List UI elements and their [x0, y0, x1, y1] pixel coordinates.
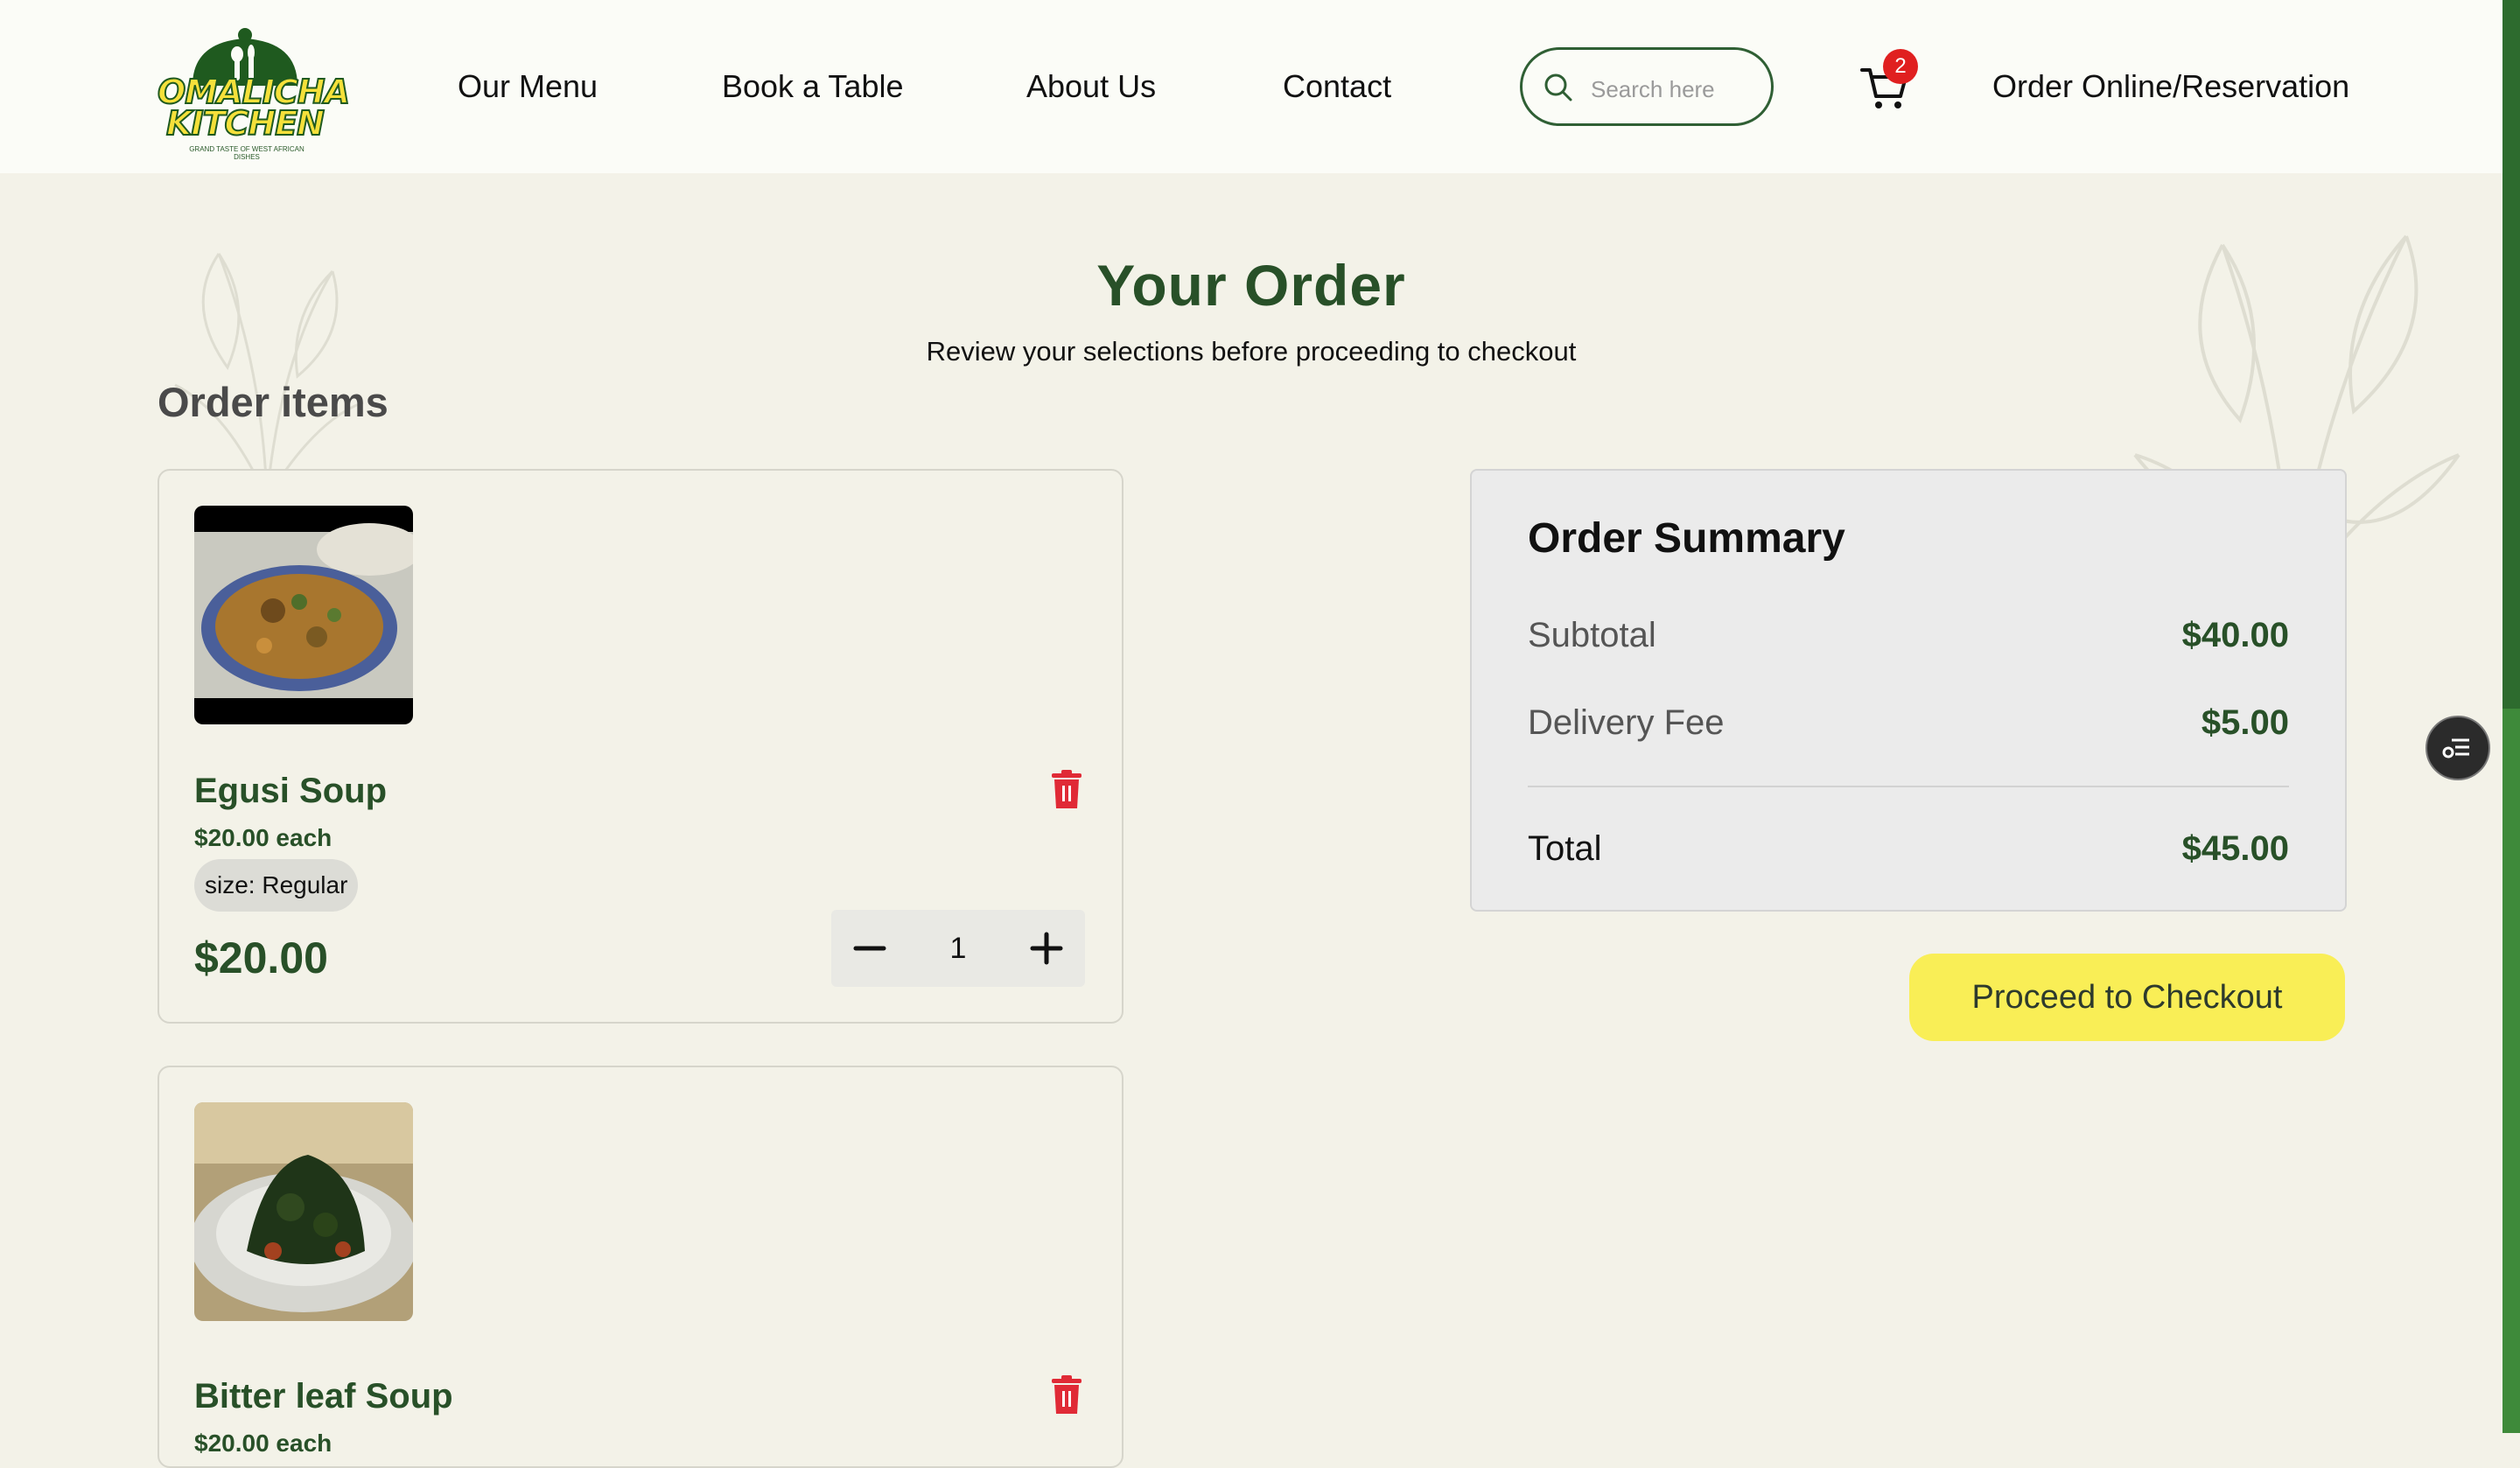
site-header: OMALICHA KITCHEN GRAND TASTE OF WEST AFR… [0, 0, 2502, 173]
brand-logo[interactable]: OMALICHA KITCHEN GRAND TASTE OF WEST AFR… [157, 24, 351, 161]
item-unit-price: $20.00 each [194, 824, 332, 851]
floating-menu-button[interactable] [2426, 716, 2490, 780]
order-items-heading: Order items [158, 379, 388, 425]
total-value: $45.00 [2181, 829, 2289, 868]
subtotal-label: Subtotal [1528, 616, 1656, 654]
bitter-leaf-soup-image [194, 1102, 413, 1321]
page-title: Your Order [1096, 253, 1406, 318]
plus-icon[interactable] [1008, 910, 1085, 987]
logo-tagline: GRAND TASTE OF WEST AFRICAN DISHES [189, 145, 304, 161]
item-option-badge: size: Regular [194, 859, 359, 912]
total-label: Total [1528, 829, 1602, 868]
nav-order-online[interactable]: Order Online/Reservation [1992, 68, 2349, 105]
search-icon [1544, 73, 1572, 101]
menu-list-icon [2442, 738, 2469, 758]
order-summary-panel: Order Summary Subtotal $40.00 Delivery F… [1470, 469, 2347, 912]
page-subtitle: Review your selections before proceeding… [926, 336, 1577, 367]
nav-about-us[interactable]: About Us [1026, 68, 1156, 105]
quantity-value: 1 [949, 932, 967, 965]
nav-book-table[interactable]: Book a Table [722, 68, 904, 105]
proceed-to-checkout-button[interactable]: Proceed to Checkout [1909, 954, 2345, 1041]
cart-count-badge: 2 [1883, 49, 1918, 84]
trash-icon[interactable] [1050, 770, 1083, 808]
nav-contact[interactable]: Contact [1283, 68, 1391, 105]
item-name[interactable]: Bitter leaf Soup [194, 1377, 453, 1416]
nav-our-menu[interactable]: Our Menu [458, 68, 598, 105]
item-name[interactable]: Egusi Soup [194, 772, 387, 811]
order-summary-title: Order Summary [1528, 515, 1845, 562]
summary-divider [1528, 786, 2289, 787]
quantity-stepper: 1 [831, 910, 1085, 987]
search-input[interactable] [1589, 71, 1759, 108]
logo-wordmark-line2: KITCHEN [165, 104, 326, 143]
item-unit-price: $20.00 each [194, 1430, 332, 1457]
order-item-card: Bitter leaf Soup $20.00 each [158, 1066, 1124, 1468]
delivery-fee-value: $5.00 [2201, 703, 2289, 742]
order-item-card: Egusi Soup $20.00 each size: Regular $20… [158, 469, 1124, 1024]
page-edge-bar [2502, 0, 2520, 1433]
minus-icon[interactable] [831, 910, 908, 987]
subtotal-value: $40.00 [2181, 616, 2289, 654]
item-total-price: $20.00 [194, 933, 328, 982]
search-box[interactable] [1520, 47, 1774, 126]
egusi-soup-image [194, 506, 413, 724]
trash-icon[interactable] [1050, 1375, 1083, 1414]
delivery-fee-label: Delivery Fee [1528, 703, 1725, 742]
